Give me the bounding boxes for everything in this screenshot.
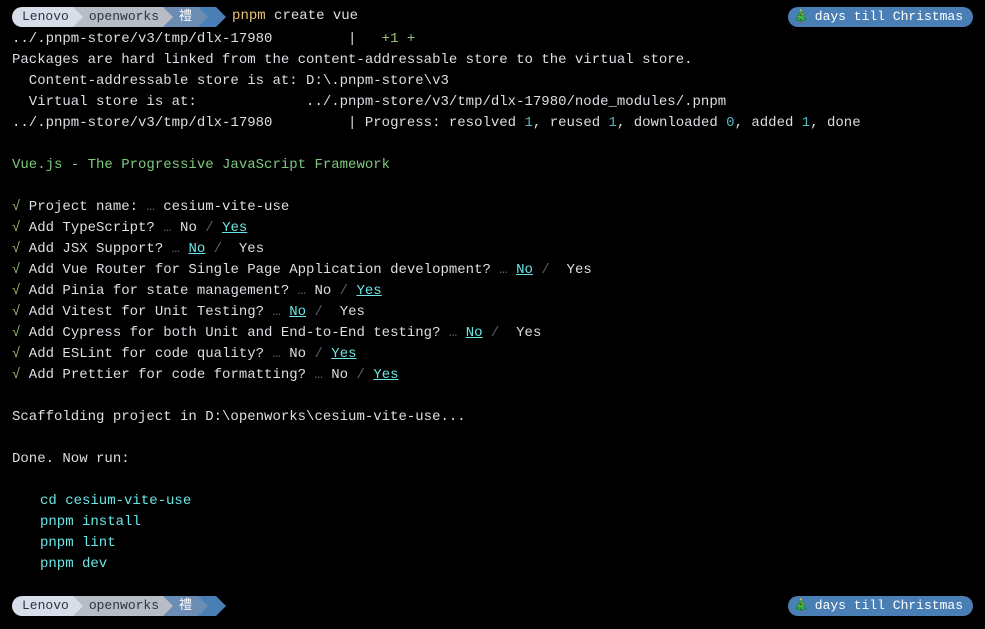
output-line: ../.pnpm-store/v3/tmp/dlx-17980 | +1 + [12,29,973,50]
run-cmd: cd cesium-vite-use [12,491,973,512]
run-cmd: pnpm dev [12,554,973,575]
vue-banner: Vue.js - The Progressive JavaScript Fram… [12,155,973,176]
output-line: Virtual store is at: ../.pnpm-store/v3/t… [12,92,973,113]
prompt-question: √ Add Vue Router for Single Page Applica… [12,260,973,281]
blank-line [12,575,973,596]
prompt-line-2[interactable]: Lenovo openworks 禮 🎄 days till Christmas [12,596,973,616]
output-line: Packages are hard linked from the conten… [12,50,973,71]
blank-line [12,470,973,491]
selected-yes: Yes [331,346,356,362]
badge-text: days till Christmas [815,596,963,616]
tree-icon: 🎄 [794,8,809,26]
tree-icon: 🎄 [794,597,809,615]
badge-text: days till Christmas [815,7,963,27]
blank-line [12,386,973,407]
seg-folder: openworks [73,596,163,616]
command-text: pnpm create vue [232,6,358,27]
prompt-question: √ Add Prettier for code formatting? … No… [12,365,973,386]
prompt-question: √ Add JSX Support? … No / Yes [12,239,973,260]
prompt-question: √ Add Vitest for Unit Testing? … No / Ye… [12,302,973,323]
prompt-line-1[interactable]: Lenovo openworks 禮 pnpm create vue 🎄 day… [12,6,973,27]
run-cmd: pnpm install [12,512,973,533]
blank-line [12,176,973,197]
selected-yes: Yes [222,220,247,236]
scaffold-line: Scaffolding project in D:\openworks\cesi… [12,407,973,428]
christmas-badge: 🎄 days till Christmas [788,7,973,27]
seg-host: Lenovo [12,596,73,616]
output-line: Content-addressable store is at: D:\.pnp… [12,71,973,92]
prompt-question: √ Project name: … cesium-vite-use [12,197,973,218]
prompt-question: √ Add Cypress for both Unit and End-to-E… [12,323,973,344]
blank-line [12,428,973,449]
selected-no: No [289,304,306,320]
blank-line [12,134,973,155]
christmas-badge: 🎄 days till Christmas [788,596,973,616]
selected-no: No [516,262,533,278]
output-line: ../.pnpm-store/v3/tmp/dlx-17980 | Progre… [12,113,973,134]
run-cmd: pnpm lint [12,533,973,554]
done-line: Done. Now run: [12,449,973,470]
prompt-question: √ Add ESLint for code quality? … No / Ye… [12,344,973,365]
prompt-question: √ Add Pinia for state management? … No /… [12,281,973,302]
seg-folder: openworks [73,7,163,27]
selected-no: No [188,241,205,257]
selected-yes: Yes [373,367,398,383]
selected-no: No [466,325,483,341]
selected-yes: Yes [357,283,382,299]
seg-host: Lenovo [12,7,73,27]
prompt-question: √ Add TypeScript? … No / Yes [12,218,973,239]
prompt-breadcrumb: Lenovo openworks 禮 [12,596,216,616]
prompt-breadcrumb: Lenovo openworks 禮 pnpm create vue [12,6,358,27]
